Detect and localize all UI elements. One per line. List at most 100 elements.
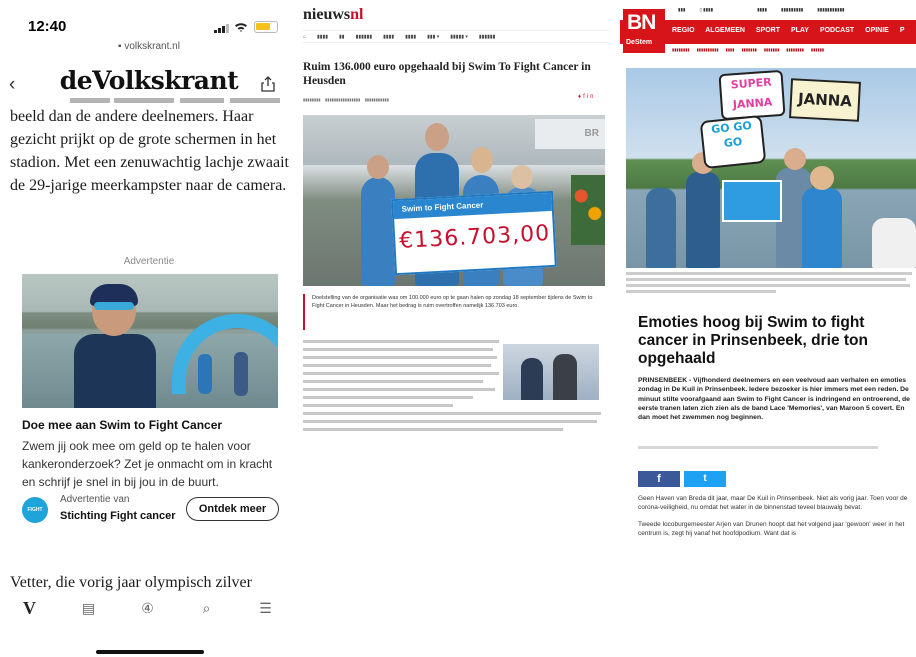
tab-topics[interactable]: ④: [118, 598, 177, 618]
article-lead: Doelstelling van de organisatie was om 1…: [303, 294, 605, 330]
sub-nav-item[interactable]: ▮▮▮▮▮▮▮: [764, 47, 779, 52]
topics-icon: ④: [141, 600, 154, 616]
team-sign: [722, 180, 782, 222]
nav-play[interactable]: PLAY: [791, 27, 809, 34]
cheque: Swim to Fight Cancer €136.703,00: [391, 190, 557, 276]
ad-advertiser-name: Stichting Fight cancer: [60, 510, 176, 522]
article-photo: SUPER JANNA JANNA GO GO GO: [626, 68, 916, 268]
swimmer-figure: [74, 284, 156, 408]
url-bar[interactable]: ▪ volkskrant.nl: [0, 41, 298, 52]
article-body: Geen Haven van Breda dit jaar, maar De K…: [638, 494, 912, 538]
nieuwsnl-panel: nieuwsnl ⌂ ▮▮▮▮ ▮▮ ▮▮▮▮▮▮ ▮▮▮▮ ▮▮▮▮ ▮▮▮ ▾ ▮▮▮▮▮…: [299, 0, 609, 657]
battery-icon: [254, 21, 278, 33]
volkskrant-logo: deVolkskrant: [59, 66, 239, 95]
menu-icon: ☰: [259, 600, 272, 616]
lock-icon: ▪: [118, 41, 122, 52]
volkskrant-panel: 12:40 ▪ volkskrant.nl ‹ deVolkskrant bee…: [0, 0, 298, 657]
bn-main-nav: REGIO ALGEMEEN SPORT PLAY PODCAST OPINIE…: [672, 27, 913, 34]
nav-item[interactable]: ▮▮▮▮▮ ▾: [450, 31, 468, 42]
sub-nav-item[interactable]: ▮▮▮▮▮▮▮▮▮▮: [697, 47, 719, 52]
nav-algemeen[interactable]: ALGEMEEN: [705, 27, 745, 34]
ad-from-label: Advertentie van: [60, 494, 130, 505]
article-paragraph: beeld dan de andere deelnemers. Haar gez…: [10, 108, 289, 194]
top-link[interactable]: ▮▮▮▮: [757, 7, 767, 12]
nav-item[interactable]: ▮▮▮▮: [405, 31, 416, 42]
sub-nav-item[interactable]: ▮▮▮▮▮▮▮▮: [786, 47, 804, 52]
bottom-tab-bar: V ▤ ④ ⌕ ☰: [0, 598, 298, 638]
tab-menu[interactable]: ☰: [236, 598, 295, 618]
share-icon[interactable]: [261, 76, 275, 92]
home-icon[interactable]: ⌂: [303, 31, 306, 42]
tab-newspaper[interactable]: ▤: [59, 598, 118, 618]
wifi-icon: [235, 23, 247, 32]
bndestem-panel: ▮▮▮ ▯ ▮▮▮▮ ▮▮▮▮ ▮▮▮▮▮▮▮▮▮ ▮▮▮▮▮▮▮▮▮▮▮ BN DeS…: [620, 0, 916, 657]
article-body-text: [303, 340, 503, 412]
nav-item[interactable]: ▮▮▮▮: [383, 31, 394, 42]
logo-main-text: nieuws: [303, 6, 351, 23]
article-paragraph: Tweede locoburgemeester Arjen van Drunen…: [638, 521, 905, 537]
nav-item[interactable]: ▮▮: [339, 31, 345, 42]
share-icons[interactable]: ♦fin: [578, 94, 595, 100]
nav-opinie[interactable]: OPINIE: [865, 27, 889, 34]
ad-label: Advertentie: [123, 256, 175, 267]
nav-item[interactable]: ▮▮▮ ▾: [427, 31, 439, 42]
ad-cta-button[interactable]: Ontdek meer: [186, 497, 279, 521]
home-indicator[interactable]: [96, 650, 204, 654]
sub-nav-item[interactable]: ▮▮▮▮▮▮▮▮: [672, 47, 690, 52]
signal-icon: [214, 24, 229, 33]
facebook-share-button[interactable]: f: [638, 471, 680, 487]
nav-item[interactable]: ▮▮▮▮▮▮: [479, 31, 496, 42]
nav-item[interactable]: ▮▮▮▮: [317, 31, 328, 42]
nieuwsnl-nav: ⌂ ▮▮▮▮ ▮▮ ▮▮▮▮▮▮ ▮▮▮▮ ▮▮▮▮ ▮▮▮ ▾ ▮▮▮▮▮ ▾ ▮▮▮▮▮▮: [303, 30, 609, 43]
tab-search[interactable]: ⌕: [177, 598, 236, 618]
nav-sport[interactable]: SPORT: [756, 27, 780, 34]
nav-podcast[interactable]: PODCAST: [820, 27, 854, 34]
home-icon: V: [23, 598, 36, 618]
ad-title[interactable]: Doe mee aan Swim to Fight Cancer: [22, 418, 222, 432]
flower-decoration: [571, 175, 605, 245]
bn-destem-logo[interactable]: BN DeStem: [623, 9, 665, 53]
ad-advertiser-logo: FIGHT: [22, 497, 48, 523]
bn-sub-nav: ▮▮▮▮▮▮▮▮ ▮▮▮▮▮▮▮▮▮▮ ▮▮▮▮ ▮▮▮▮▮▮▮ ▮▮▮▮▮▮▮ ▮▮▮▮…: [672, 44, 916, 56]
logo-main-text: BN: [627, 11, 656, 34]
article-body-text: [303, 412, 603, 436]
top-link[interactable]: ▮▮▮: [678, 7, 685, 12]
linkedin-icon[interactable]: in: [587, 94, 596, 100]
sign-go-go: GO GO GO: [699, 114, 767, 170]
photo-caption: [626, 272, 914, 296]
top-link[interactable]: ▮▮▮▮▮▮▮▮▮: [781, 7, 803, 12]
sub-nav-item[interactable]: ▮▮▮▮: [726, 47, 735, 52]
article-meta: ▮▮▮▮▮▮▮▮ ▮▮▮▮▮▮▮▮▮▮▮▮▮▮▮▮ ▮▮▮▮▮▮▮▮▮▮▮: [303, 97, 389, 102]
sub-nav-item[interactable]: ▮▮▮▮▮▮▮: [741, 47, 756, 52]
tab-home[interactable]: V: [0, 598, 59, 618]
nieuwsnl-logo[interactable]: nieuwsnl: [303, 6, 363, 24]
sub-nav-item[interactable]: ▮▮▮▮▮▮: [811, 47, 824, 52]
article-title: Ruim 136.000 euro opgehaald bij Swim To …: [303, 61, 591, 87]
sign-super-janna: SUPER JANNA: [718, 69, 786, 121]
ad-body: Zwem jij ook mee om geld op te halen voo…: [22, 439, 273, 489]
article-meta: [638, 446, 878, 449]
nav-regio[interactable]: REGIO: [672, 27, 695, 34]
cheque-amount: €136.703,00: [398, 221, 551, 254]
search-icon: ⌕: [202, 600, 211, 616]
tv-icon[interactable]: ▯ ▮▮▮▮: [699, 7, 713, 12]
top-link[interactable]: ▮▮▮▮▮▮▮▮▮▮▮: [817, 7, 844, 12]
sign-janna: JANNA: [789, 78, 861, 122]
sponsor-banner: BR: [535, 119, 605, 149]
status-bar: 12:40: [0, 0, 298, 36]
logo-sub-text: DeStem: [626, 39, 653, 46]
newspaper-icon: ▤: [81, 600, 96, 616]
article-paragraph: Geen Haven van Breda dit jaar, maar De K…: [638, 495, 908, 511]
ad-image[interactable]: [22, 274, 278, 408]
twitter-share-button[interactable]: t: [684, 471, 726, 487]
article-title: Emoties hoog bij Swim to fight cancer in…: [638, 314, 868, 367]
status-time: 12:40: [28, 18, 67, 35]
nav-item[interactable]: ▮▮▮▮▮▮: [356, 31, 373, 42]
logo-accent-text: nl: [350, 6, 364, 23]
url-text: volkskrant.nl: [124, 41, 180, 52]
article-paragraph-next: Vetter, die vorig jaar olympisch zilver: [10, 574, 252, 591]
article-lead: PRINSENBEEK - Vijfhonderd deelnemers en …: [638, 377, 910, 422]
article-photo: BR Swim to Fight Cancer €136.703,00 ▮▮▮▮…: [303, 115, 605, 286]
cutoff-text-line: [10, 96, 290, 104]
nav-more[interactable]: P: [900, 27, 905, 34]
